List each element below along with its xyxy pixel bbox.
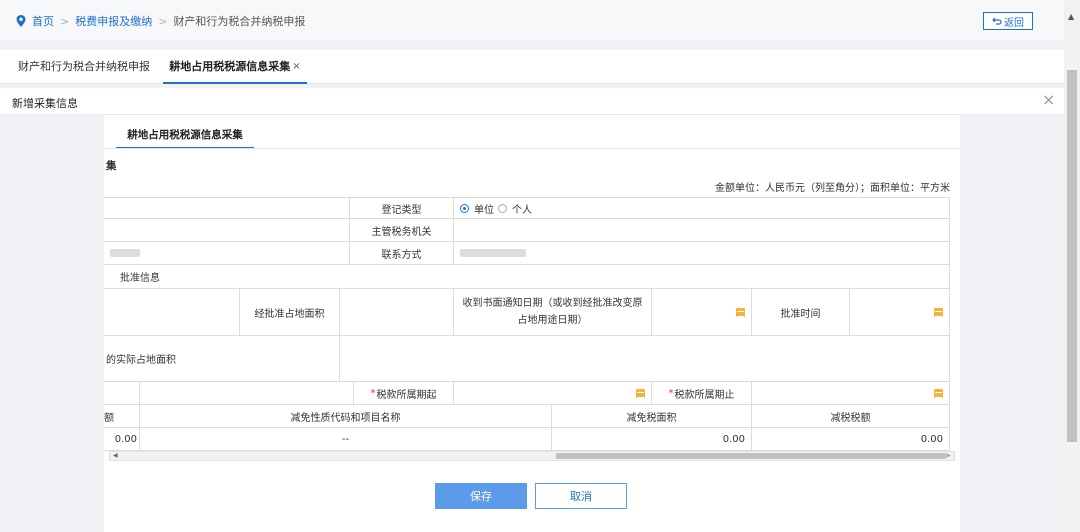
back-button-label: 返回	[1004, 17, 1024, 29]
period-start-label: * 税款所属期起	[354, 382, 454, 405]
breadcrumb: 首页 > 税费申报及缴纳 > 财产和行为税合并纳税申报	[16, 13, 305, 29]
required-mark: *	[668, 387, 674, 399]
contact-value	[454, 242, 950, 265]
radio-individual-label: 个人	[512, 204, 532, 216]
redacted-block	[460, 249, 526, 257]
return-arrow-icon	[992, 17, 1002, 25]
table-header-relief-tax: 减税税额	[752, 405, 950, 428]
scroll-left-icon[interactable]: ◀	[113, 452, 118, 460]
cell-blank	[104, 382, 140, 405]
breadcrumb-bar: 首页 > 税费申报及缴纳 > 财产和行为税合并纳税申报 返回	[0, 0, 1064, 40]
form-panel: 耕地占用税税源信息采集 集 金额单位：人民币元（列至角分）；面积单位：平方米 登…	[104, 115, 960, 532]
divider	[104, 148, 960, 149]
reg-type-radio-group: 单位 个人	[454, 197, 950, 219]
scroll-right-icon[interactable]: ▶	[946, 452, 951, 460]
subtab-cultivated-land-tax[interactable]: 耕地占用税税源信息采集	[116, 123, 254, 149]
scrollbar-thumb[interactable]	[1067, 70, 1077, 442]
approval-info-label: 批准信息	[104, 265, 950, 289]
tab-bar: 财产和行为税合并纳税申报 耕地占用税税源信息采集 ×	[0, 50, 1064, 84]
table-cell-code: --	[140, 428, 552, 451]
horizontal-scrollbar[interactable]: ◀ ▶	[109, 451, 955, 461]
approved-area-input[interactable]	[340, 289, 454, 336]
table-cell-relief-tax: 0.00	[752, 428, 950, 451]
tab-combined-declaration[interactable]: 财产和行为税合并纳税申报	[18, 50, 150, 84]
modal-body: 耕地占用税税源信息采集 集 金额单位：人民币元（列至角分）；面积单位：平方米 登…	[0, 115, 1064, 532]
close-icon[interactable]: ×	[1042, 92, 1055, 108]
table-header-code: 减免性质代码和项目名称	[140, 405, 552, 428]
breadcrumb-level1-link[interactable]: 税费申报及缴纳	[75, 13, 152, 29]
reg-type-label: 登记类型	[350, 197, 454, 219]
redacted-value	[104, 242, 350, 265]
approved-area-label: 经批准占地面积	[240, 289, 340, 336]
period-end-input[interactable]	[752, 382, 950, 405]
breadcrumb-separator: >	[158, 14, 168, 28]
breadcrumb-current: 财产和行为税合并纳税申报	[173, 15, 306, 28]
notice-date-input[interactable]	[652, 289, 752, 336]
cell-blank	[140, 382, 354, 405]
unit-note: 金额单位：人民币元（列至角分）；面积单位：平方米	[715, 183, 950, 194]
radio-unit[interactable]	[460, 203, 469, 213]
period-end-text: 税款所属期止	[674, 389, 735, 401]
calendar-icon[interactable]	[636, 388, 645, 398]
tax-office-label: 主管税务机关	[350, 219, 454, 242]
radio-individual[interactable]	[498, 203, 507, 213]
scroll-up-icon[interactable]: ▲	[1068, 12, 1074, 21]
tab-label: 耕地占用税税源信息采集	[169, 60, 291, 73]
tab-cultivated-land-tax[interactable]: 耕地占用税税源信息采集 ×	[163, 50, 307, 84]
calendar-icon[interactable]	[934, 388, 943, 398]
contact-label: 联系方式	[350, 242, 454, 265]
table-header-relief-area: 减免税面积	[552, 405, 752, 428]
radio-unit-label: 单位	[474, 204, 494, 216]
tax-office-value	[454, 219, 950, 242]
table-cell-relief-area: 0.00	[552, 428, 752, 451]
vertical-scrollbar[interactable]: ▲	[1064, 0, 1080, 532]
breadcrumb-separator: >	[60, 14, 70, 28]
notice-date-label: 收到书面通知日期（或收到经批准改变原占地用途日期）	[454, 289, 652, 336]
actual-area-label: 的实际占地面积	[104, 336, 340, 382]
cancel-button[interactable]: 取消	[535, 483, 627, 509]
page: 首页 > 税费申报及缴纳 > 财产和行为税合并纳税申报 返回 财产和行为税合并纳…	[0, 0, 1080, 532]
actual-area-input[interactable]	[340, 336, 950, 382]
scrollbar-thumb[interactable]	[556, 453, 946, 459]
location-pin-icon	[16, 15, 26, 27]
period-start-text: 税款所属期起	[376, 389, 437, 401]
redacted-block	[110, 249, 140, 257]
calendar-icon[interactable]	[934, 307, 943, 317]
close-icon[interactable]: ×	[292, 61, 300, 72]
tab-label: 财产和行为税合并纳税申报	[18, 60, 150, 73]
cell-blank	[104, 197, 350, 219]
table-cell-amount: 0.00	[104, 428, 140, 451]
cell-blank	[104, 219, 350, 242]
approval-time-input[interactable]	[850, 289, 950, 336]
calendar-icon[interactable]	[736, 307, 745, 317]
breadcrumb-home-link[interactable]: 首页	[32, 13, 54, 29]
section-label: 集	[106, 160, 117, 172]
cell-blank	[104, 289, 240, 336]
period-start-input[interactable]	[454, 382, 652, 405]
required-mark: *	[370, 387, 376, 399]
modal-header: 新增采集信息 ×	[0, 88, 1064, 115]
save-button[interactable]: 保存	[435, 483, 527, 509]
modal-title: 新增采集信息	[12, 97, 78, 110]
table-header-amount: 额	[104, 405, 140, 428]
period-end-label: * 税款所属期止	[652, 382, 752, 405]
back-button[interactable]: 返回	[983, 12, 1033, 30]
approval-time-label: 批准时间	[752, 289, 850, 336]
